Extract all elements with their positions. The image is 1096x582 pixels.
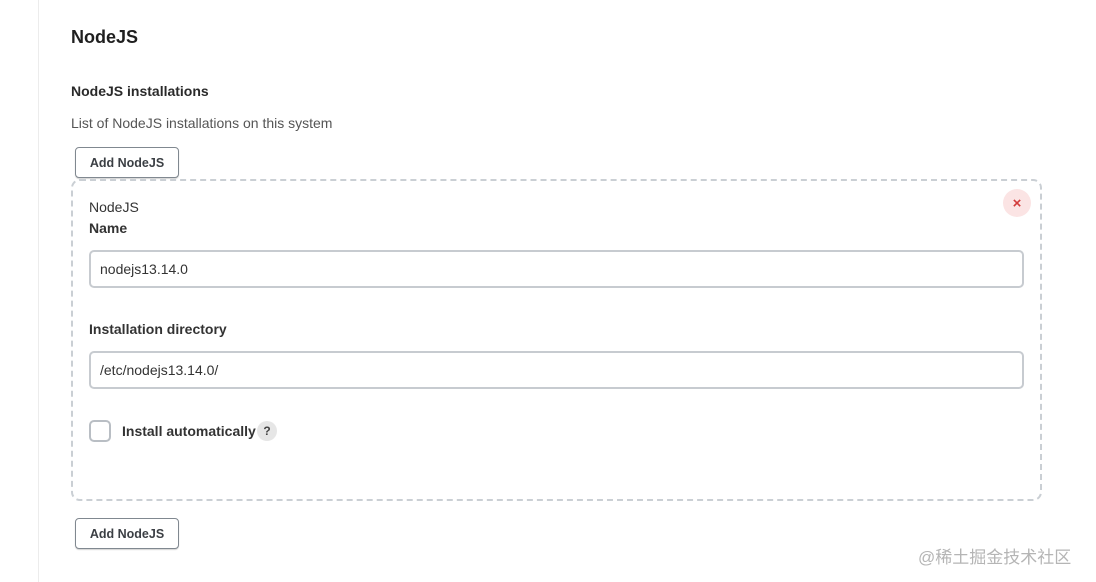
installation-directory-input[interactable] xyxy=(89,351,1024,389)
close-icon[interactable]: × xyxy=(1003,189,1031,217)
item-type-label: NodeJS xyxy=(89,199,139,215)
help-icon[interactable]: ? xyxy=(257,421,277,441)
installations-description: List of NodeJS installations on this sys… xyxy=(71,115,333,131)
nodejs-installation-item xyxy=(71,179,1042,501)
add-nodejs-button-bottom[interactable]: Add NodeJS xyxy=(75,518,179,549)
content-left-border xyxy=(38,0,39,582)
installations-title: NodeJS installations xyxy=(71,83,209,99)
install-automatically-checkbox[interactable] xyxy=(89,420,111,442)
install-automatically-label[interactable]: Install automatically xyxy=(122,423,256,439)
add-nodejs-button-top[interactable]: Add NodeJS xyxy=(75,147,179,178)
name-label: Name xyxy=(89,220,128,236)
installation-directory-label: Installation directory xyxy=(89,321,227,337)
name-input[interactable] xyxy=(89,250,1024,288)
section-title: NodeJS xyxy=(71,27,139,47)
watermark: @稀土掘金技术社区 xyxy=(918,548,1072,567)
